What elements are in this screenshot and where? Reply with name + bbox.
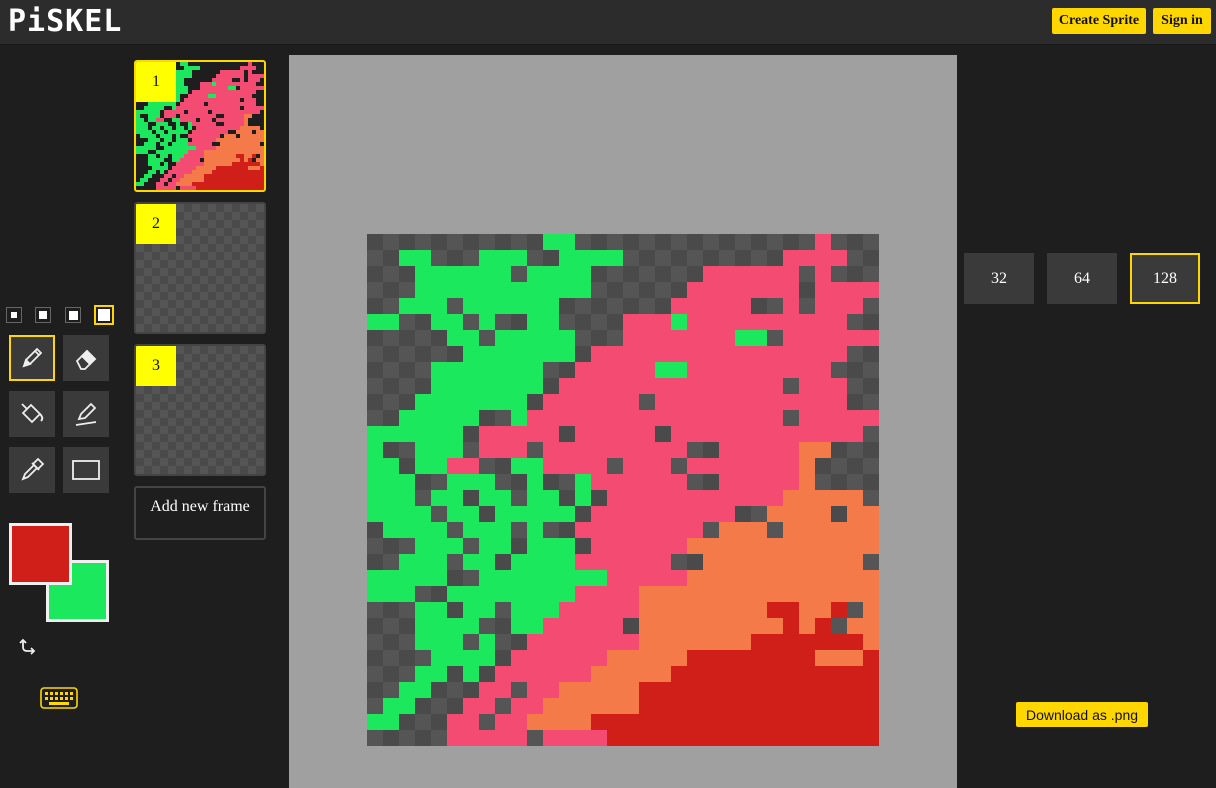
pen-size-1[interactable] <box>6 307 22 323</box>
pen-size-2[interactable] <box>35 307 51 323</box>
drawing-stage <box>289 55 957 788</box>
pen-tool-button[interactable] <box>9 335 55 381</box>
pen-size-3[interactable] <box>65 307 81 323</box>
rectangle-icon <box>72 460 100 480</box>
eyedropper-tool-button[interactable] <box>9 447 55 493</box>
swap-arrow-icon[interactable] <box>18 636 38 656</box>
pen-icon <box>22 347 43 368</box>
frame-number: 2 <box>136 204 176 244</box>
eraser-icon <box>75 349 97 370</box>
piskel-logo[interactable]: PiSKEL <box>8 2 122 42</box>
frame-number: 3 <box>136 346 176 386</box>
primary-color-swatch[interactable] <box>9 523 72 585</box>
pen-size-4[interactable] <box>94 305 114 325</box>
top-bar: PiSKEL Create Sprite Sign in <box>0 0 1216 45</box>
frame-3-thumbnail[interactable]: 3 <box>134 344 266 476</box>
rectangle-tool-button[interactable] <box>63 447 109 493</box>
frame-number: 1 <box>136 62 176 102</box>
paint-bucket-icon <box>21 403 44 424</box>
frame-2-thumbnail[interactable]: 2 <box>134 202 266 334</box>
paint-bucket-tool-button[interactable] <box>9 391 55 437</box>
resize-64-button[interactable]: 64 <box>1047 253 1117 304</box>
download-png-button[interactable]: Download as .png <box>1016 702 1148 727</box>
resize-32-button[interactable]: 32 <box>964 253 1034 304</box>
create-sprite-button[interactable]: Create Sprite <box>1052 8 1146 34</box>
add-new-frame-button[interactable]: Add new frame <box>134 486 266 540</box>
stroke-tool-button[interactable] <box>63 391 109 437</box>
sign-in-button[interactable]: Sign in <box>1153 8 1211 34</box>
keyboard-icon[interactable] <box>40 687 78 709</box>
drawing-canvas[interactable] <box>367 234 879 746</box>
frame-1-thumbnail[interactable]: 1 <box>134 60 266 192</box>
stroke-icon <box>75 402 97 426</box>
eraser-tool-button[interactable] <box>63 335 109 381</box>
resize-128-button[interactable]: 128 <box>1130 253 1200 304</box>
tools-panel <box>0 44 125 788</box>
eyedropper-icon <box>21 457 45 481</box>
